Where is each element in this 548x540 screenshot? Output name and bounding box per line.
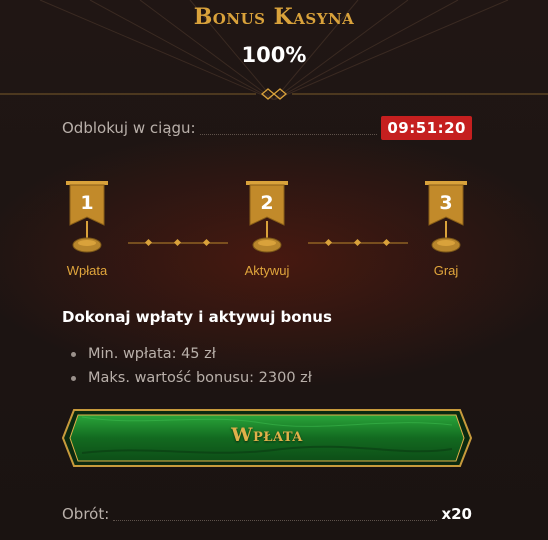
divider-ornament-icon: [0, 88, 548, 100]
step-number: 3: [439, 192, 453, 214]
step-label: Aktywuj: [244, 263, 290, 278]
wager-value: x20: [441, 505, 472, 523]
page-title: Bonus Kasyna: [193, 4, 355, 30]
step-connector: [128, 238, 228, 247]
deposit-button-label: Wpłata: [231, 424, 303, 446]
bonus-percent: 100%: [241, 43, 307, 67]
dotted-leader: [113, 508, 438, 521]
wager-row: Obrót: x20: [62, 505, 472, 523]
step-label: Graj: [433, 263, 459, 278]
dotted-leader: [199, 122, 378, 135]
step-label: Wpłata: [66, 263, 108, 278]
step-deposit: 1 Wpłata: [57, 181, 117, 278]
offer-details-list: Min. wpłata: 45 zł Maks. wartość bonusu:…: [68, 342, 312, 390]
deposit-button[interactable]: Wpłata: [62, 409, 472, 467]
step-connector: [308, 238, 408, 247]
step-number: 2: [260, 192, 274, 214]
step-play: 3 Graj: [416, 181, 476, 278]
unlock-row: Odblokuj w ciągu: 09:51:20: [62, 116, 472, 140]
offer-heading: Dokonaj wpłaty i aktywuj bonus: [62, 308, 332, 326]
countdown-timer: 09:51:20: [381, 116, 472, 140]
unlock-label: Odblokuj w ciągu:: [62, 119, 196, 137]
list-item: Min. wpłata: 45 zł: [68, 342, 312, 366]
wager-label: Obrót:: [62, 505, 110, 523]
bonus-panel: Bonus Kasyna 100% Odblokuj w ciągu: 09:5…: [0, 0, 548, 540]
step-activate: 2 Aktywuj: [237, 181, 297, 278]
step-number: 1: [80, 192, 94, 214]
list-item: Maks. wartość bonusu: 2300 zł: [68, 366, 312, 390]
